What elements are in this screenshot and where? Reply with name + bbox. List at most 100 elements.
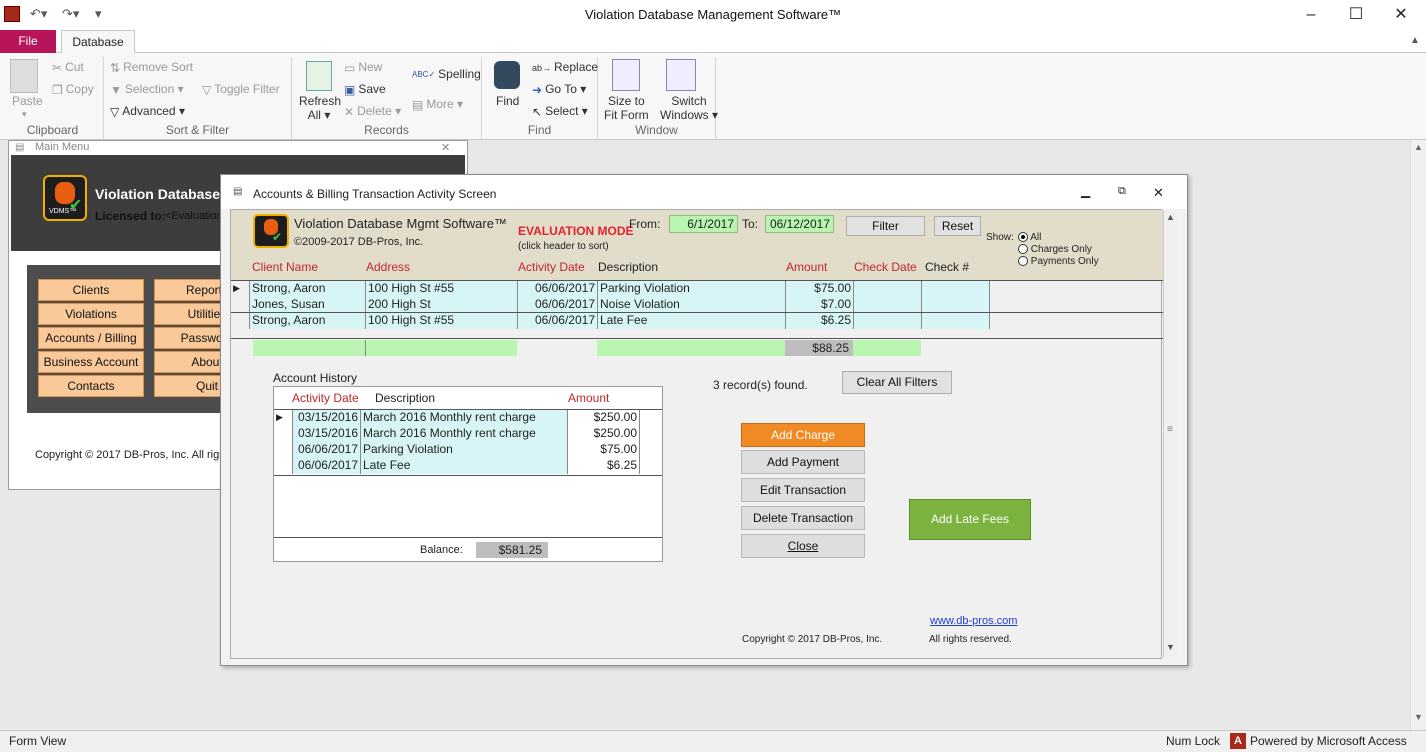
maximize-button[interactable]: ☐ [1336,4,1376,26]
cell-amount[interactable]: $250.00 [568,426,640,442]
cell-amount[interactable]: $75.00 [786,281,854,297]
save-button[interactable]: ▣ Save [344,82,386,97]
cell-address[interactable]: 100 High St #55 [366,281,518,297]
col-amount[interactable]: Amount [786,260,827,274]
collapse-ribbon-icon[interactable]: ▲ [1410,35,1420,46]
close-form-button[interactable]: Close [741,534,865,558]
new-record-button[interactable]: ▭ New [344,60,382,75]
history-col-description[interactable]: Description [375,391,435,405]
cell-check-date[interactable] [854,297,922,313]
table-row[interactable]: 03/15/2016 March 2016 Monthly rent charg… [274,426,662,442]
form-scroll-down-icon[interactable]: ▼ [1166,642,1175,652]
add-payment-button[interactable]: Add Payment [741,450,865,474]
replace-button[interactable]: ab→ Replace [532,60,598,74]
find-button[interactable]: Find [496,94,519,108]
accounts-restore-button[interactable]: ⧉ [1118,185,1126,198]
workspace-scrollbar[interactable]: ▲ ▼ [1410,140,1426,730]
edit-transaction-button[interactable]: Edit Transaction [741,478,865,502]
record-selector[interactable] [231,313,250,329]
tab-database[interactable]: Database [61,30,135,54]
website-link[interactable]: www.db-pros.com [930,615,1017,627]
close-button[interactable]: ✕ [1381,4,1421,26]
cell-client[interactable]: Jones, Susan [250,297,366,313]
record-selector-icon[interactable]: ▶ [231,281,250,297]
cell-check-number[interactable] [922,313,990,329]
cell-amount[interactable]: $7.00 [786,297,854,313]
advanced-button[interactable]: ▽ Advanced ▾ [110,104,185,119]
more-button[interactable]: ▤ More ▾ [412,97,463,112]
cell-check-number[interactable] [922,297,990,313]
paste-dropdown-icon[interactable]: ▾ [22,109,27,120]
copy-button[interactable]: ❐ Copy [52,82,94,97]
cell-date[interactable]: 06/06/2017 [293,458,361,474]
delete-transaction-button[interactable]: Delete Transaction [741,506,865,530]
cell-amount[interactable]: $250.00 [568,410,640,426]
selection-button[interactable]: ▼ Selection ▾ [110,82,184,97]
cell-amount[interactable]: $75.00 [568,442,640,458]
cell-date[interactable]: 06/06/2017 [518,297,598,313]
record-selector[interactable] [274,458,293,474]
cell-date[interactable]: 06/06/2017 [293,442,361,458]
col-description[interactable]: Description [598,260,658,274]
cell-check-number[interactable] [922,281,990,297]
cell-check-date[interactable] [854,281,922,297]
main-menu-close-icon[interactable]: ✕ [441,141,450,154]
cell-description[interactable]: Late Fee [361,458,568,474]
cell-description[interactable]: Parking Violation [598,281,786,297]
accounts-close-button[interactable]: ✕ [1153,185,1164,201]
scroll-up-icon[interactable]: ▲ [1414,142,1423,152]
contacts-button[interactable]: Contacts [38,375,144,397]
table-row[interactable]: ▶ Strong, Aaron 100 High St #55 06/06/20… [231,281,991,297]
cell-date[interactable]: 03/15/2016 [293,410,361,426]
clear-all-filters-button[interactable]: Clear All Filters [842,371,952,394]
cell-description[interactable]: Late Fee [598,313,786,329]
size-to-fit-button[interactable]: Size to Fit Form [604,94,649,122]
cell-description[interactable]: Parking Violation [361,442,568,458]
cell-description[interactable]: Noise Violation [598,297,786,313]
toggle-filter-button[interactable]: ▽ Toggle Filter [202,82,280,97]
show-payments-radio[interactable]: Payments Only [1018,256,1099,267]
scroll-down-icon[interactable]: ▼ [1414,712,1423,722]
paste-button[interactable]: Paste [12,94,43,108]
remove-sort-button[interactable]: ⇅ Remove Sort [110,60,193,75]
table-row[interactable]: Jones, Susan 200 High St 06/06/2017 Nois… [231,297,991,313]
filter-button[interactable]: Filter [846,216,925,236]
form-scroll-up-icon[interactable]: ▲ [1166,212,1175,222]
col-activity-date[interactable]: Activity Date [518,260,585,274]
clients-button[interactable]: Clients [38,279,144,301]
cell-client[interactable]: Strong, Aaron [250,281,366,297]
cell-address[interactable]: 200 High St [366,297,518,313]
add-charge-button[interactable]: Add Charge [741,423,865,447]
history-col-amount[interactable]: Amount [568,391,609,405]
violations-button[interactable]: Violations [38,303,144,325]
col-check-date[interactable]: Check Date [854,260,917,274]
cell-amount[interactable]: $6.25 [568,458,640,474]
table-row[interactable]: Strong, Aaron 100 High St #55 06/06/2017… [231,313,991,329]
cell-date[interactable]: 03/15/2016 [293,426,361,442]
accounts-minimize-button[interactable]: ▁ [1081,184,1090,198]
select-button[interactable]: ↖ Select ▾ [532,104,588,119]
cell-description[interactable]: March 2016 Monthly rent charge [361,410,568,426]
switch-windows-button[interactable]: Switch Windows ▾ [660,94,718,122]
history-col-date[interactable]: Activity Date [292,391,359,405]
table-row[interactable]: 06/06/2017 Parking Violation $75.00 [274,442,662,458]
table-row[interactable]: ▶ 03/15/2016 March 2016 Monthly rent cha… [274,410,662,426]
cell-date[interactable]: 06/06/2017 [518,281,598,297]
cell-description[interactable]: March 2016 Monthly rent charge [361,426,568,442]
cell-address[interactable]: 100 High St #55 [366,313,518,329]
col-client-name[interactable]: Client Name [252,260,318,274]
cell-client[interactable]: Strong, Aaron [250,313,366,329]
add-late-fees-button[interactable]: Add Late Fees [909,499,1031,540]
show-charges-radio[interactable]: Charges Only [1018,244,1092,255]
delete-button[interactable]: ✕ Delete ▾ [344,104,401,119]
record-selector[interactable] [231,297,250,313]
from-date-input[interactable]: 6/1/2017 [669,215,738,233]
to-date-input[interactable]: 06/12/2017 [765,215,834,233]
cell-check-date[interactable] [854,313,922,329]
cell-amount[interactable]: $6.25 [786,313,854,329]
refresh-all-button[interactable]: Refresh All ▾ [299,94,341,122]
business-account-button[interactable]: Business Account [38,351,144,373]
cell-date[interactable]: 06/06/2017 [518,313,598,329]
form-scrollbar[interactable]: ▲ ≡ ▼ [1163,210,1177,658]
record-selector-icon[interactable]: ▶ [274,410,293,426]
